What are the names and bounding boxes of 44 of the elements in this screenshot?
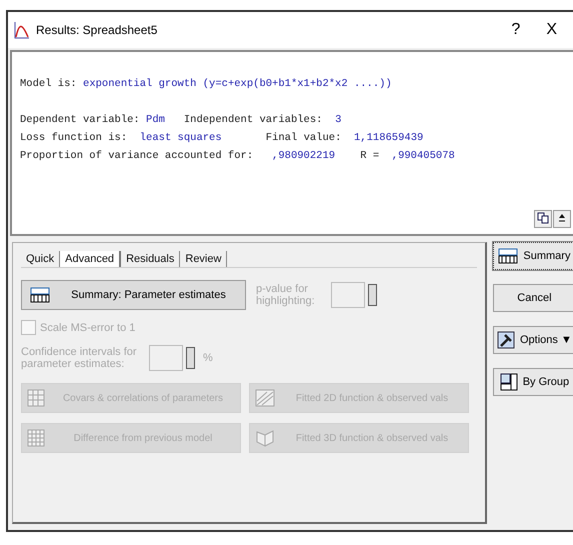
grid-icon bbox=[500, 373, 518, 391]
spin-button[interactable] bbox=[186, 347, 195, 369]
field-label: Confidence intervals for parameter estimates: bbox=[21, 346, 138, 370]
summary-parameter-button[interactable]: Summary: Parameter estimates bbox=[21, 280, 246, 310]
result-value: exponential growth (y=c+exp(b0+b1*x1+b2*x2 ....)) bbox=[83, 78, 392, 90]
result-label: R = bbox=[359, 150, 380, 162]
result-label: Dependent variable: bbox=[20, 114, 141, 126]
side-button[interactable]: Cancel bbox=[493, 284, 573, 312]
checkbox-label: Scale MS-error to 1 bbox=[40, 322, 136, 334]
unit-label: % bbox=[203, 352, 213, 364]
grid-icon bbox=[27, 429, 45, 447]
result-value: ,990405078 bbox=[392, 150, 455, 162]
result-label: Independent variables: bbox=[182, 114, 324, 126]
curve-icon bbox=[14, 21, 30, 39]
result-label: Loss function is: bbox=[20, 132, 128, 144]
result-value: 1,118659439 bbox=[354, 132, 424, 144]
result-value: least squares bbox=[140, 132, 222, 144]
line-plot-icon bbox=[255, 389, 275, 407]
result-label: Final value: bbox=[264, 132, 342, 144]
side-button[interactable]: Options ▼ bbox=[493, 326, 573, 354]
side-button[interactable]: Summary bbox=[493, 242, 573, 270]
result-label: Proportion of variance accounted for: bbox=[20, 150, 254, 162]
surface-plot-icon bbox=[255, 429, 275, 447]
hammer-icon bbox=[497, 331, 515, 349]
result-value: ,980902219 bbox=[272, 150, 336, 162]
window-title: Results: Spreadsheet5 bbox=[36, 23, 158, 37]
confidence-field[interactable] bbox=[149, 345, 183, 371]
close-button[interactable]: X bbox=[536, 21, 567, 39]
result-label: Model is: bbox=[20, 78, 78, 90]
p-value-field[interactable] bbox=[331, 282, 365, 308]
up-arrow-icon bbox=[558, 212, 566, 222]
spin-button[interactable] bbox=[368, 284, 377, 306]
side-button[interactable]: By Group bbox=[493, 368, 573, 396]
copy-icon bbox=[537, 212, 549, 224]
field-label: p-value for highlighting: bbox=[256, 283, 316, 307]
tab[interactable]: Advanced bbox=[60, 251, 122, 267]
summary-icon bbox=[498, 248, 518, 264]
table-icon bbox=[27, 389, 45, 407]
copy-button[interactable] bbox=[534, 210, 552, 228]
scroll-up-button[interactable] bbox=[553, 210, 571, 228]
result-value: Pdm bbox=[146, 114, 165, 126]
summary-icon bbox=[30, 287, 50, 303]
result-value: 3 bbox=[335, 114, 342, 126]
help-button[interactable]: ? bbox=[501, 21, 530, 39]
